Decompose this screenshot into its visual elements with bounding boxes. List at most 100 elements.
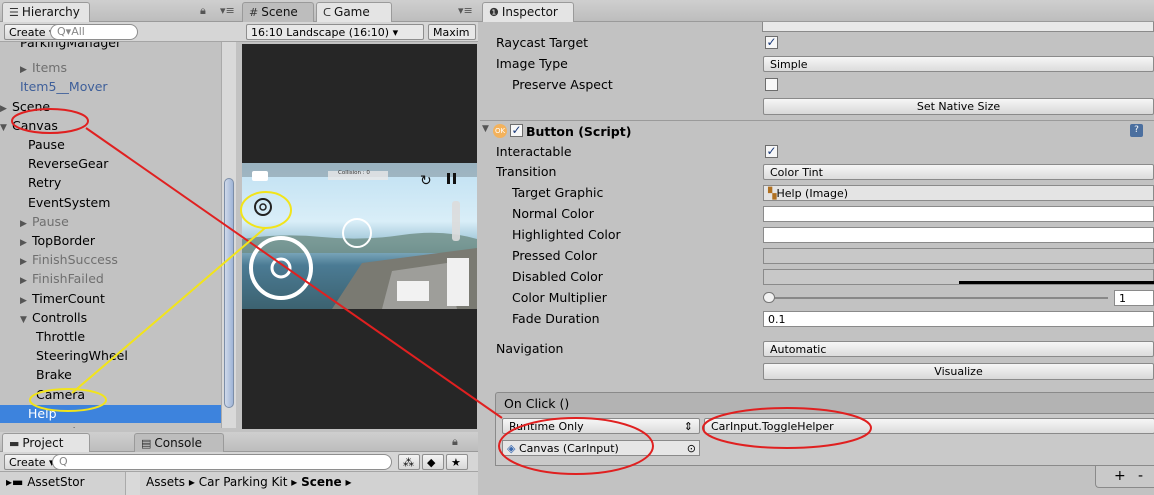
hierarchy-item[interactable]: Item5__Mover: [20, 78, 108, 96]
color-multiplier-slider-track[interactable]: [768, 297, 1108, 299]
folder-icon: ▸▬: [6, 475, 28, 489]
hierarchy-scrollbar[interactable]: [221, 42, 236, 428]
panel-menu-icon[interactable]: ▾≡: [220, 4, 235, 17]
image-type-dropdown[interactable]: Simple: [763, 56, 1154, 72]
add-event-button[interactable]: +: [1114, 468, 1126, 484]
hierarchy-item[interactable]: ▶ FinishFailed: [20, 270, 104, 288]
foldout-arrow-icon[interactable]: ▶: [0, 100, 9, 118]
target-graphic-field[interactable]: ▚Help (Image): [763, 185, 1154, 201]
visualize-button[interactable]: Visualize: [763, 363, 1154, 380]
normal-color-row: Normal Color: [480, 204, 1154, 224]
hierarchy-item-label: Canvas: [12, 117, 58, 133]
hierarchy-item-label: Help: [28, 405, 57, 421]
hierarchy-tree: ParkingManager ▶ Items Item5__Mover ▶ Scene ▼ C…: [0, 42, 240, 428]
panel-menu-icon[interactable]: ▾≡: [458, 4, 473, 17]
hierarchy-item[interactable]: Help: [0, 404, 221, 423]
normal-color-swatch[interactable]: [763, 206, 1154, 222]
navigation-row: Navigation Automatic: [480, 339, 1154, 359]
maximize-on-play-toggle[interactable]: Maxim: [428, 24, 476, 40]
raycast-target-row: Raycast Target ✓: [496, 35, 778, 50]
lock-icon[interactable]: 🔒︎: [200, 4, 206, 18]
project-tabbar: ▬ Project ▤ Console 🔒︎: [0, 432, 478, 452]
foldout-arrow-icon[interactable]: ▶: [20, 272, 29, 290]
foldout-arrow-icon[interactable]: ▼: [20, 311, 29, 329]
raycast-target-checkbox[interactable]: ✓: [765, 36, 778, 49]
highlighted-color-swatch[interactable]: [763, 227, 1154, 243]
hierarchy-item[interactable]: Throttle: [36, 328, 85, 346]
tab-scene[interactable]: # Scene: [242, 2, 314, 22]
pressed-color-row: Pressed Color: [480, 246, 1154, 266]
hierarchy-item[interactable]: ▶ FinishSuccess: [20, 251, 118, 269]
breadcrumb-item[interactable]: Scene: [301, 475, 342, 489]
hierarchy-item-label: Pause: [28, 137, 65, 152]
hierarchy-item-label: EventSystem: [28, 194, 111, 210]
tab-inspector[interactable]: ❶ Inspector: [482, 2, 574, 22]
hierarchy-item[interactable]: ▼ Controlls: [20, 309, 87, 327]
project-folder-item[interactable]: ▸▬ AssetStor: [6, 475, 85, 489]
filter-type-button[interactable]: ⁂: [398, 454, 420, 470]
project-scrollbar[interactable]: [125, 472, 140, 495]
favorite-star-icon[interactable]: ★: [446, 454, 468, 470]
hierarchy-item[interactable]: ▶ Items: [20, 59, 67, 77]
transition-dropdown[interactable]: Color Tint: [763, 164, 1154, 180]
hierarchy-item[interactable]: Spawn Point: [12, 424, 89, 428]
lock-icon[interactable]: 🔒︎: [452, 435, 458, 449]
hierarchy-item-label: SteeringWheel: [36, 348, 128, 364]
hierarchy-item[interactable]: Brake: [36, 366, 72, 384]
tab-project[interactable]: ▬ Project: [2, 433, 90, 452]
hierarchy-item[interactable]: ▶ TopBorder: [20, 232, 95, 250]
component-enabled-checkbox[interactable]: ✓: [510, 124, 523, 137]
remove-event-button[interactable]: -: [1138, 468, 1143, 484]
object-picker-icon[interactable]: ⊙: [687, 442, 696, 455]
hierarchy-item-label: FinishSuccess: [32, 252, 118, 268]
hierarchy-item[interactable]: ▶ TimerCount: [20, 290, 105, 308]
set-native-size-button[interactable]: Set Native Size: [763, 98, 1154, 115]
foldout-arrow-icon[interactable]: ▶: [20, 253, 29, 271]
foldout-arrow-icon[interactable]: ▶: [20, 61, 29, 79]
target-object-field[interactable]: ◈ Canvas (CarInput) ⊙: [502, 440, 700, 456]
hierarchy-item[interactable]: EventSystem: [28, 194, 110, 212]
foldout-arrow-icon[interactable]: ▼: [0, 119, 9, 137]
hierarchy-item[interactable]: Pause: [28, 136, 65, 154]
hierarchy-item[interactable]: ParkingManager: [20, 42, 121, 52]
fade-duration-row: Fade Duration 0.1: [480, 309, 1154, 329]
hierarchy-item[interactable]: ▶ Pause: [20, 213, 69, 231]
hierarchy-item[interactable]: SteeringWheel: [36, 347, 128, 365]
hierarchy-item[interactable]: ▼ Canvas: [0, 117, 58, 135]
set-native-size-row: Set Native Size: [480, 96, 1154, 116]
alpha-bar: [959, 281, 1154, 284]
tab-hierarchy[interactable]: ☰ Hierarchy: [2, 2, 90, 22]
navigation-dropdown[interactable]: Automatic: [763, 341, 1154, 357]
hierarchy-item[interactable]: ReverseGear: [28, 155, 108, 173]
breadcrumb-item[interactable]: Car Parking Kit: [199, 475, 288, 489]
help-book-icon[interactable]: ?: [1130, 124, 1143, 137]
hierarchy-item[interactable]: Retry: [28, 174, 61, 192]
foldout-arrow-icon[interactable]: ▼: [482, 124, 489, 134]
runtime-dropdown[interactable]: Runtime Only ⇕: [502, 418, 700, 434]
hierarchy-item[interactable]: Camera: [36, 386, 85, 404]
foldout-arrow-icon[interactable]: ▶: [20, 234, 29, 252]
hierarchy-item-label: TimerCount: [32, 290, 105, 306]
hierarchy-search-input[interactable]: Q▾All: [50, 24, 138, 40]
project-search-input[interactable]: Q: [52, 454, 392, 470]
color-multiplier-input[interactable]: 1: [1114, 290, 1154, 306]
game-render[interactable]: ↻ Collision : 0: [242, 163, 477, 309]
disabled-color-swatch[interactable]: [763, 269, 1154, 285]
pressed-color-swatch[interactable]: [763, 248, 1154, 264]
interactable-checkbox[interactable]: ✓: [765, 145, 778, 158]
fade-duration-input[interactable]: 0.1: [763, 311, 1154, 327]
breadcrumb-item[interactable]: Assets: [146, 475, 185, 489]
preserve-aspect-checkbox[interactable]: [765, 78, 778, 91]
foldout-arrow-icon[interactable]: ▶: [20, 292, 29, 310]
scroll-thumb[interactable]: [224, 178, 234, 408]
aspect-dropdown[interactable]: 16:10 Landscape (16:10) ▾: [246, 24, 424, 40]
search-icon: Q: [59, 455, 68, 468]
color-multiplier-slider-thumb[interactable]: [763, 292, 775, 303]
hierarchy-item[interactable]: ▶ Scene: [0, 98, 50, 116]
foldout-arrow-icon[interactable]: ▶: [20, 215, 29, 233]
top-field: [762, 22, 1154, 32]
tab-game[interactable]: ᑕ Game: [316, 2, 392, 22]
filter-label-button[interactable]: ◆: [422, 454, 444, 470]
function-dropdown[interactable]: CarInput.ToggleHelper: [704, 418, 1154, 434]
tab-console[interactable]: ▤ Console: [134, 433, 224, 452]
